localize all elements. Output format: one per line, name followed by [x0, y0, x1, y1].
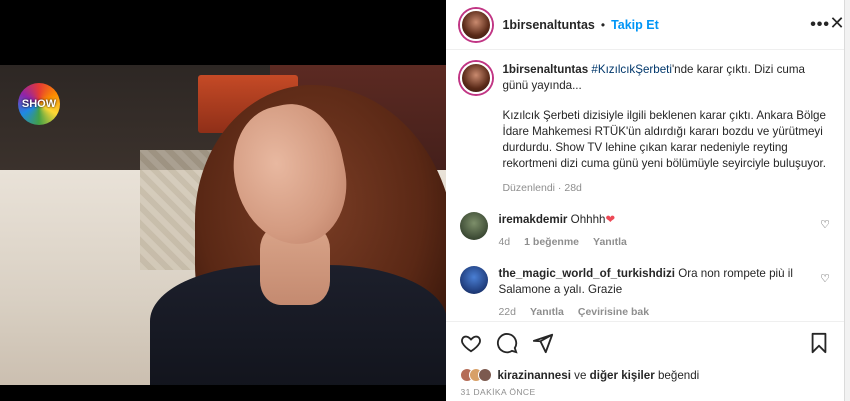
commenter-avatar[interactable]	[460, 212, 489, 240]
post-sidebar: 1birsenaltuntas • Takip Et ••• 1birsenal…	[446, 0, 844, 401]
caption-meta: Düzenlendi · 28d	[502, 182, 582, 194]
author-username[interactable]: 1birsenaltuntas	[502, 18, 594, 32]
caption: 1birsenaltuntas #KızılcıkŞerbeti'nde kar…	[460, 62, 830, 196]
red-heart-emoji-icon: ❤	[605, 213, 616, 226]
bookmark-icon[interactable]	[808, 332, 830, 354]
heart-icon[interactable]	[460, 332, 482, 354]
instagram-post-viewer: SHOW 1birsenaltuntas • Takip Et ••• 1bir…	[0, 0, 850, 401]
comment-reply[interactable]: Yanıtla	[530, 304, 564, 320]
commenter-avatar[interactable]	[460, 266, 489, 294]
close-icon[interactable]: ✕	[824, 10, 850, 36]
video-frame[interactable]: SHOW	[0, 65, 447, 385]
comment-age: 4d	[498, 236, 511, 248]
comment-reply[interactable]: Yanıtla	[593, 234, 627, 250]
other-likers[interactable]: diğer kişiler	[590, 369, 655, 382]
liker-avatar	[478, 368, 493, 382]
caption-hashtag[interactable]: #KızılcıkŞerbeti	[591, 63, 672, 76]
likes-verb: beğendi	[657, 368, 700, 382]
separator-dot: •	[600, 17, 606, 32]
like-comment-heart-icon[interactable]: ♡	[820, 218, 830, 231]
author-avatar[interactable]	[460, 8, 493, 41]
show-logo-text: SHOW	[21, 98, 57, 110]
post-header: 1birsenaltuntas • Takip Et •••	[446, 0, 844, 50]
show-tv-logo: SHOW	[18, 83, 60, 125]
comment-item: iremakdemir Ohhhh❤ 4d 1 beğenme Yanıtla …	[460, 212, 830, 250]
comment-username[interactable]: the_magic_world_of_turkishdizi	[498, 267, 675, 280]
comment-body: the_magic_world_of_turkishdizi Ora non r…	[498, 266, 798, 320]
caption-edited: Düzenlendi	[502, 182, 556, 194]
follow-button[interactable]: Takip Et	[611, 18, 659, 32]
comment-icon[interactable]	[496, 332, 519, 354]
comments-section[interactable]: 1birsenaltuntas #KızılcıkŞerbeti'nde kar…	[446, 50, 844, 321]
caption-username[interactable]: 1birsenaltuntas	[502, 63, 588, 76]
comment-age: 22d	[498, 306, 516, 318]
comment-meta: 22d Yanıtla Çevirisine bak	[498, 304, 798, 320]
post-timestamp: 31 DAKİKA ÖNCE	[460, 387, 536, 397]
comment-body: iremakdemir Ohhhh❤ 4d 1 beğenme Yanıtla	[498, 212, 798, 250]
caption-paragraph: Kızılcık Şerbeti dizisiyle ilgili beklen…	[502, 109, 826, 170]
caption-body: 1birsenaltuntas #KızılcıkŞerbeti'nde kar…	[502, 62, 830, 196]
comment-meta: 4d 1 beğenme Yanıtla	[498, 234, 798, 250]
share-icon[interactable]	[532, 332, 554, 354]
comment-likes[interactable]: 1 beğenme	[524, 234, 579, 250]
likes-connector: ve	[574, 368, 587, 382]
action-bar	[446, 321, 844, 363]
first-liker[interactable]: kirazinannesi	[497, 369, 570, 382]
caption-avatar[interactable]	[460, 62, 493, 94]
caption-age: 28d	[564, 182, 582, 194]
like-comment-heart-icon[interactable]: ♡	[820, 272, 830, 285]
comment-username[interactable]: iremakdemir	[498, 213, 567, 226]
comment-item: the_magic_world_of_turkishdizi Ora non r…	[460, 266, 830, 320]
likes-summary: kirazinannesi ve diğer kişiler beğendi	[446, 363, 844, 387]
likes-text: kirazinannesi ve diğer kişiler beğendi	[497, 369, 699, 382]
comment-text: Ohhhh	[570, 213, 606, 226]
post-dialog: SHOW 1birsenaltuntas • Takip Et ••• 1bir…	[0, 0, 845, 401]
comment-translate[interactable]: Çevirisine bak	[578, 304, 649, 320]
post-media[interactable]: SHOW	[0, 0, 447, 401]
